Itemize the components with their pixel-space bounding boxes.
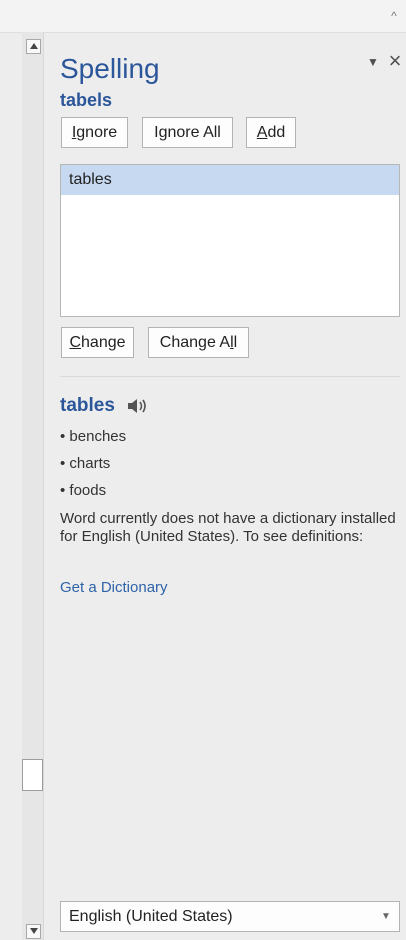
vertical-scrollbar-track[interactable]	[22, 32, 44, 940]
change-all-label-prefix: Change A	[159, 334, 231, 351]
speaker-icon[interactable]	[126, 397, 148, 415]
synonym-benches: • benches	[60, 428, 127, 445]
section-divider	[60, 376, 400, 377]
definition-word: tables	[60, 395, 115, 416]
window-top-strip: ^	[0, 0, 406, 33]
arrow-up-icon	[30, 43, 38, 49]
change-all-button[interactable]: Change All	[148, 327, 249, 358]
add-button[interactable]: Add	[246, 117, 296, 148]
pane-close-icon[interactable]: ×	[386, 50, 404, 72]
synonym-charts: • charts	[60, 455, 111, 472]
pane-title: Spelling	[60, 53, 160, 84]
language-value: English (United States)	[69, 908, 233, 925]
scroll-up-button[interactable]	[26, 39, 41, 54]
change-all-label: l	[233, 334, 238, 351]
synonym-foods: • foods	[60, 482, 107, 499]
add-label: dd	[267, 124, 286, 141]
get-dictionary-link[interactable]: Get a Dictionary	[60, 578, 168, 598]
scroll-down-button[interactable]	[26, 924, 41, 939]
language-dropdown[interactable]: English (United States) ▼	[60, 901, 400, 932]
ignore-button[interactable]: Ignore	[61, 117, 128, 148]
change-label: hange	[81, 334, 126, 351]
misspelled-word: tabels	[60, 90, 113, 110]
ignore-label: gnore	[76, 124, 118, 141]
ignore-all-label: nore All	[167, 124, 221, 141]
arrow-down-icon	[30, 928, 38, 934]
change-accelerator: C	[69, 334, 82, 351]
ignore-all-button[interactable]: Ignore All	[142, 117, 233, 148]
chevron-down-icon: ▼	[381, 911, 391, 922]
scrollbar-thumb[interactable]	[22, 759, 43, 791]
dictionary-missing-message: Word currently does not have a dictionar…	[60, 510, 396, 545]
suggestions-list[interactable]: tables	[60, 164, 400, 317]
pane-options-chevron-icon[interactable]: ▼	[367, 56, 379, 68]
add-accelerator: A	[256, 124, 268, 141]
suggestion-item-selected[interactable]: tables	[61, 165, 399, 195]
change-button[interactable]: Change	[61, 327, 134, 358]
collapse-up-button[interactable]: ^	[388, 10, 400, 22]
